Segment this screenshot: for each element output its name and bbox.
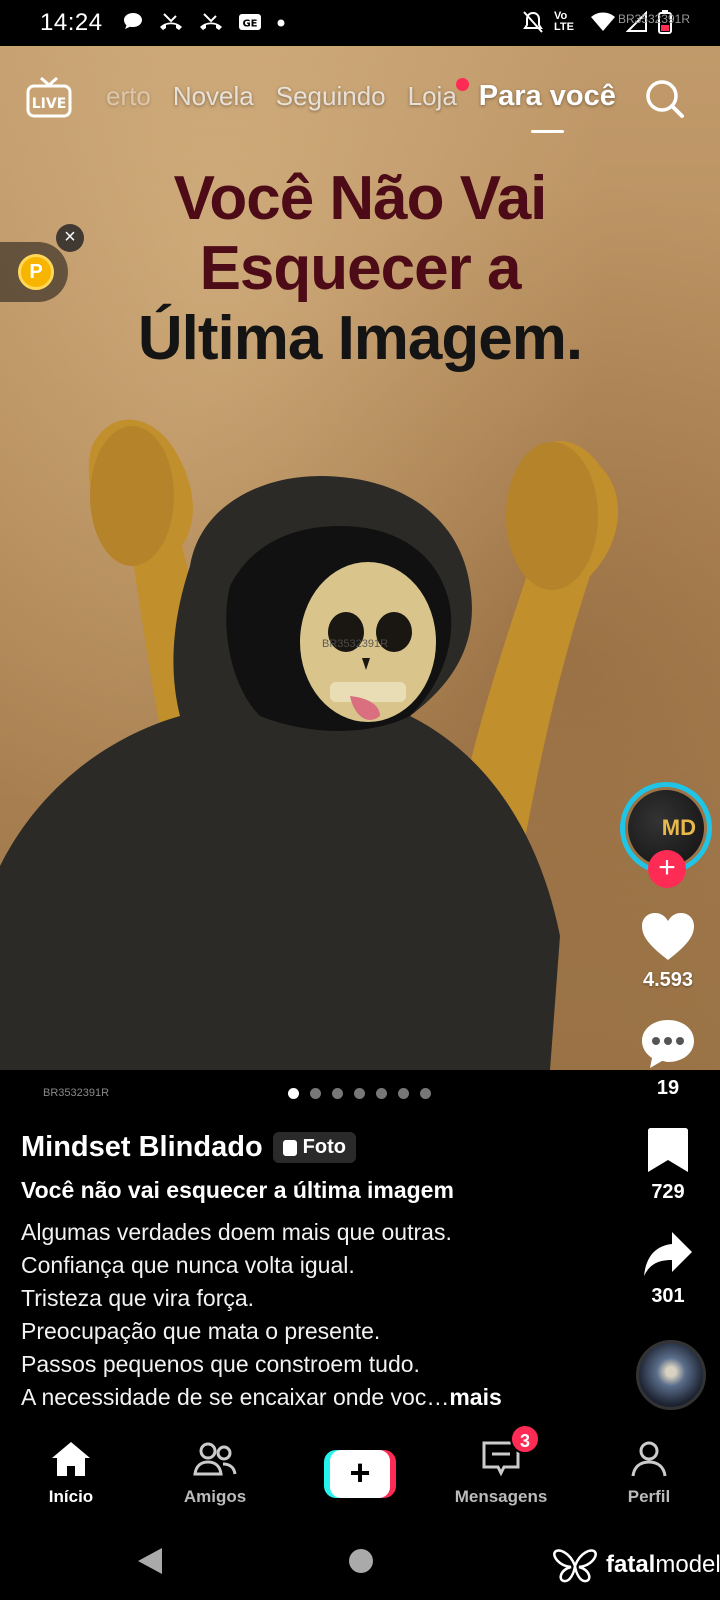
live-tv-icon: LIVE xyxy=(26,76,72,118)
slide-dot xyxy=(398,1088,409,1099)
slide-dot xyxy=(310,1088,321,1099)
status-time: 14:24 xyxy=(40,9,103,36)
nav-profile-label: Perfil xyxy=(627,1487,671,1506)
save-count: 729 xyxy=(651,1181,685,1203)
image-watermark: BR3532391R xyxy=(322,638,389,650)
like-count: 4.593 xyxy=(642,969,694,991)
caption-line: Algumas verdades doem mais que outras. xyxy=(21,1219,452,1245)
brand-logo: fatalmodel xyxy=(552,1546,720,1584)
caption-title: Você não vai esquecer a última imagem xyxy=(21,1177,454,1203)
news-icon: GE xyxy=(239,14,261,30)
post-headline: Você Não Vai Esquecer a Última Imagem. xyxy=(0,164,720,374)
caption-line: Confiança que nunca volta igual. xyxy=(21,1252,355,1278)
home-icon xyxy=(52,1442,90,1476)
create-button[interactable]: + xyxy=(324,1450,396,1498)
nav-friends-label: Amigos xyxy=(183,1487,247,1506)
nav-home[interactable]: Início xyxy=(16,1440,126,1507)
nav-profile[interactable]: Perfil xyxy=(594,1440,704,1507)
photo-icon xyxy=(282,1139,297,1156)
share-count: 301 xyxy=(651,1285,685,1307)
save-action[interactable]: 729 xyxy=(628,1126,708,1204)
comment-action[interactable]: 19 xyxy=(628,1018,708,1100)
share-arrow-icon xyxy=(644,1232,692,1276)
caption-truncated-line: A necessidade de se encaixar onde voc… xyxy=(21,1384,450,1410)
missed-call-icon xyxy=(160,13,182,30)
butterfly-logo-icon xyxy=(553,1549,597,1583)
live-label: LIVE xyxy=(32,96,67,112)
headline-line-3: Última Imagem. xyxy=(137,304,583,373)
tab-partial[interactable]: erto xyxy=(106,81,151,112)
caption-line: A necessidade de se encaixar onde voc…ma… xyxy=(21,1381,621,1414)
close-coin-widget-button[interactable]: × xyxy=(56,224,84,252)
live-button[interactable]: LIVE xyxy=(26,76,72,120)
home-circle-icon[interactable] xyxy=(348,1548,374,1574)
profile-icon xyxy=(631,1441,667,1477)
brand-name: fatalmodel xyxy=(606,1551,720,1579)
share-action[interactable]: 301 xyxy=(628,1230,708,1308)
slide-dot xyxy=(288,1088,299,1099)
tab-seguindo[interactable]: Seguindo xyxy=(276,81,386,112)
author-row: Mindset Blindado Foto xyxy=(21,1131,356,1164)
tab-para-voce[interactable]: Para você xyxy=(479,80,616,133)
caption-body[interactable]: Algumas verdades doem mais que outras. C… xyxy=(21,1216,621,1414)
wifi-icon xyxy=(591,12,615,31)
nav-friends[interactable]: Amigos xyxy=(160,1440,270,1507)
mute-icon xyxy=(523,11,543,33)
search-icon xyxy=(646,80,684,118)
notification-icons: GE xyxy=(122,11,286,33)
headline-line-2: Esquecer a xyxy=(199,234,522,303)
bottom-nav: Início Amigos + Mensagens 3 Perfil xyxy=(0,1424,720,1520)
follow-button[interactable]: + xyxy=(648,850,686,888)
headline-line-1: Você Não Vai xyxy=(173,164,548,233)
svg-text:GE: GE xyxy=(242,19,257,30)
tab-novela[interactable]: Novela xyxy=(173,81,254,112)
caption-line: Tristeza que vira força. xyxy=(21,1285,255,1311)
plus-icon: + xyxy=(330,1450,390,1498)
status-bar: 14:24 GE Vo LTE BR3532391R xyxy=(0,0,720,46)
image-watermark: BR3532391R xyxy=(43,1087,110,1099)
coin-icon: P xyxy=(18,254,54,290)
more-link[interactable]: mais xyxy=(449,1384,501,1410)
nav-home-label: Início xyxy=(48,1487,94,1506)
post-image[interactable]: Você Não Vai Esquecer a Última Imagem. B… xyxy=(0,46,720,1070)
nav-messages[interactable]: Mensagens xyxy=(446,1440,556,1507)
heart-icon xyxy=(642,913,694,960)
coin-reward-widget[interactable]: P xyxy=(0,242,68,302)
comment-icon xyxy=(642,1020,694,1068)
tab-loja[interactable]: Loja xyxy=(408,81,457,112)
shop-notification-dot xyxy=(456,78,469,91)
author-name[interactable]: Mindset Blindado xyxy=(21,1131,263,1164)
friends-icon xyxy=(193,1442,237,1476)
slide-dot xyxy=(376,1088,387,1099)
system-nav: fatalmodel xyxy=(0,1520,720,1600)
back-icon[interactable] xyxy=(136,1546,164,1576)
missed-call-icon xyxy=(200,13,222,30)
like-action[interactable]: 4.593 xyxy=(628,912,708,992)
slide-indicator xyxy=(288,1088,431,1099)
device-code: BR3532391R xyxy=(617,12,690,26)
network-type: Vo LTE xyxy=(554,10,574,33)
slide-dot xyxy=(332,1088,343,1099)
comment-count: 19 xyxy=(656,1077,680,1099)
nav-messages-label: Mensagens xyxy=(454,1487,548,1506)
music-disc-icon[interactable] xyxy=(636,1340,706,1410)
top-nav: LIVE erto Novela Seguindo Loja Para você xyxy=(0,70,720,140)
dot-icon xyxy=(277,19,285,27)
photo-badge: Foto xyxy=(272,1132,356,1163)
caption-line: Passos pequenos que constroem tudo. xyxy=(21,1351,420,1377)
bookmark-icon xyxy=(648,1128,688,1172)
messages-badge: 3 xyxy=(510,1424,540,1454)
slide-dot xyxy=(420,1088,431,1099)
brand-name-bold: fatal xyxy=(606,1551,656,1578)
photo-badge-label: Foto xyxy=(302,1136,346,1158)
feed-tabs: erto Novela Seguindo Loja Para você xyxy=(106,80,616,133)
search-button[interactable] xyxy=(644,78,686,120)
brand-name-light: model xyxy=(655,1551,720,1578)
caption-line: Preocupação que mata o presente. xyxy=(21,1318,381,1344)
chat-bubble-icon xyxy=(124,13,142,29)
slide-dot xyxy=(354,1088,365,1099)
